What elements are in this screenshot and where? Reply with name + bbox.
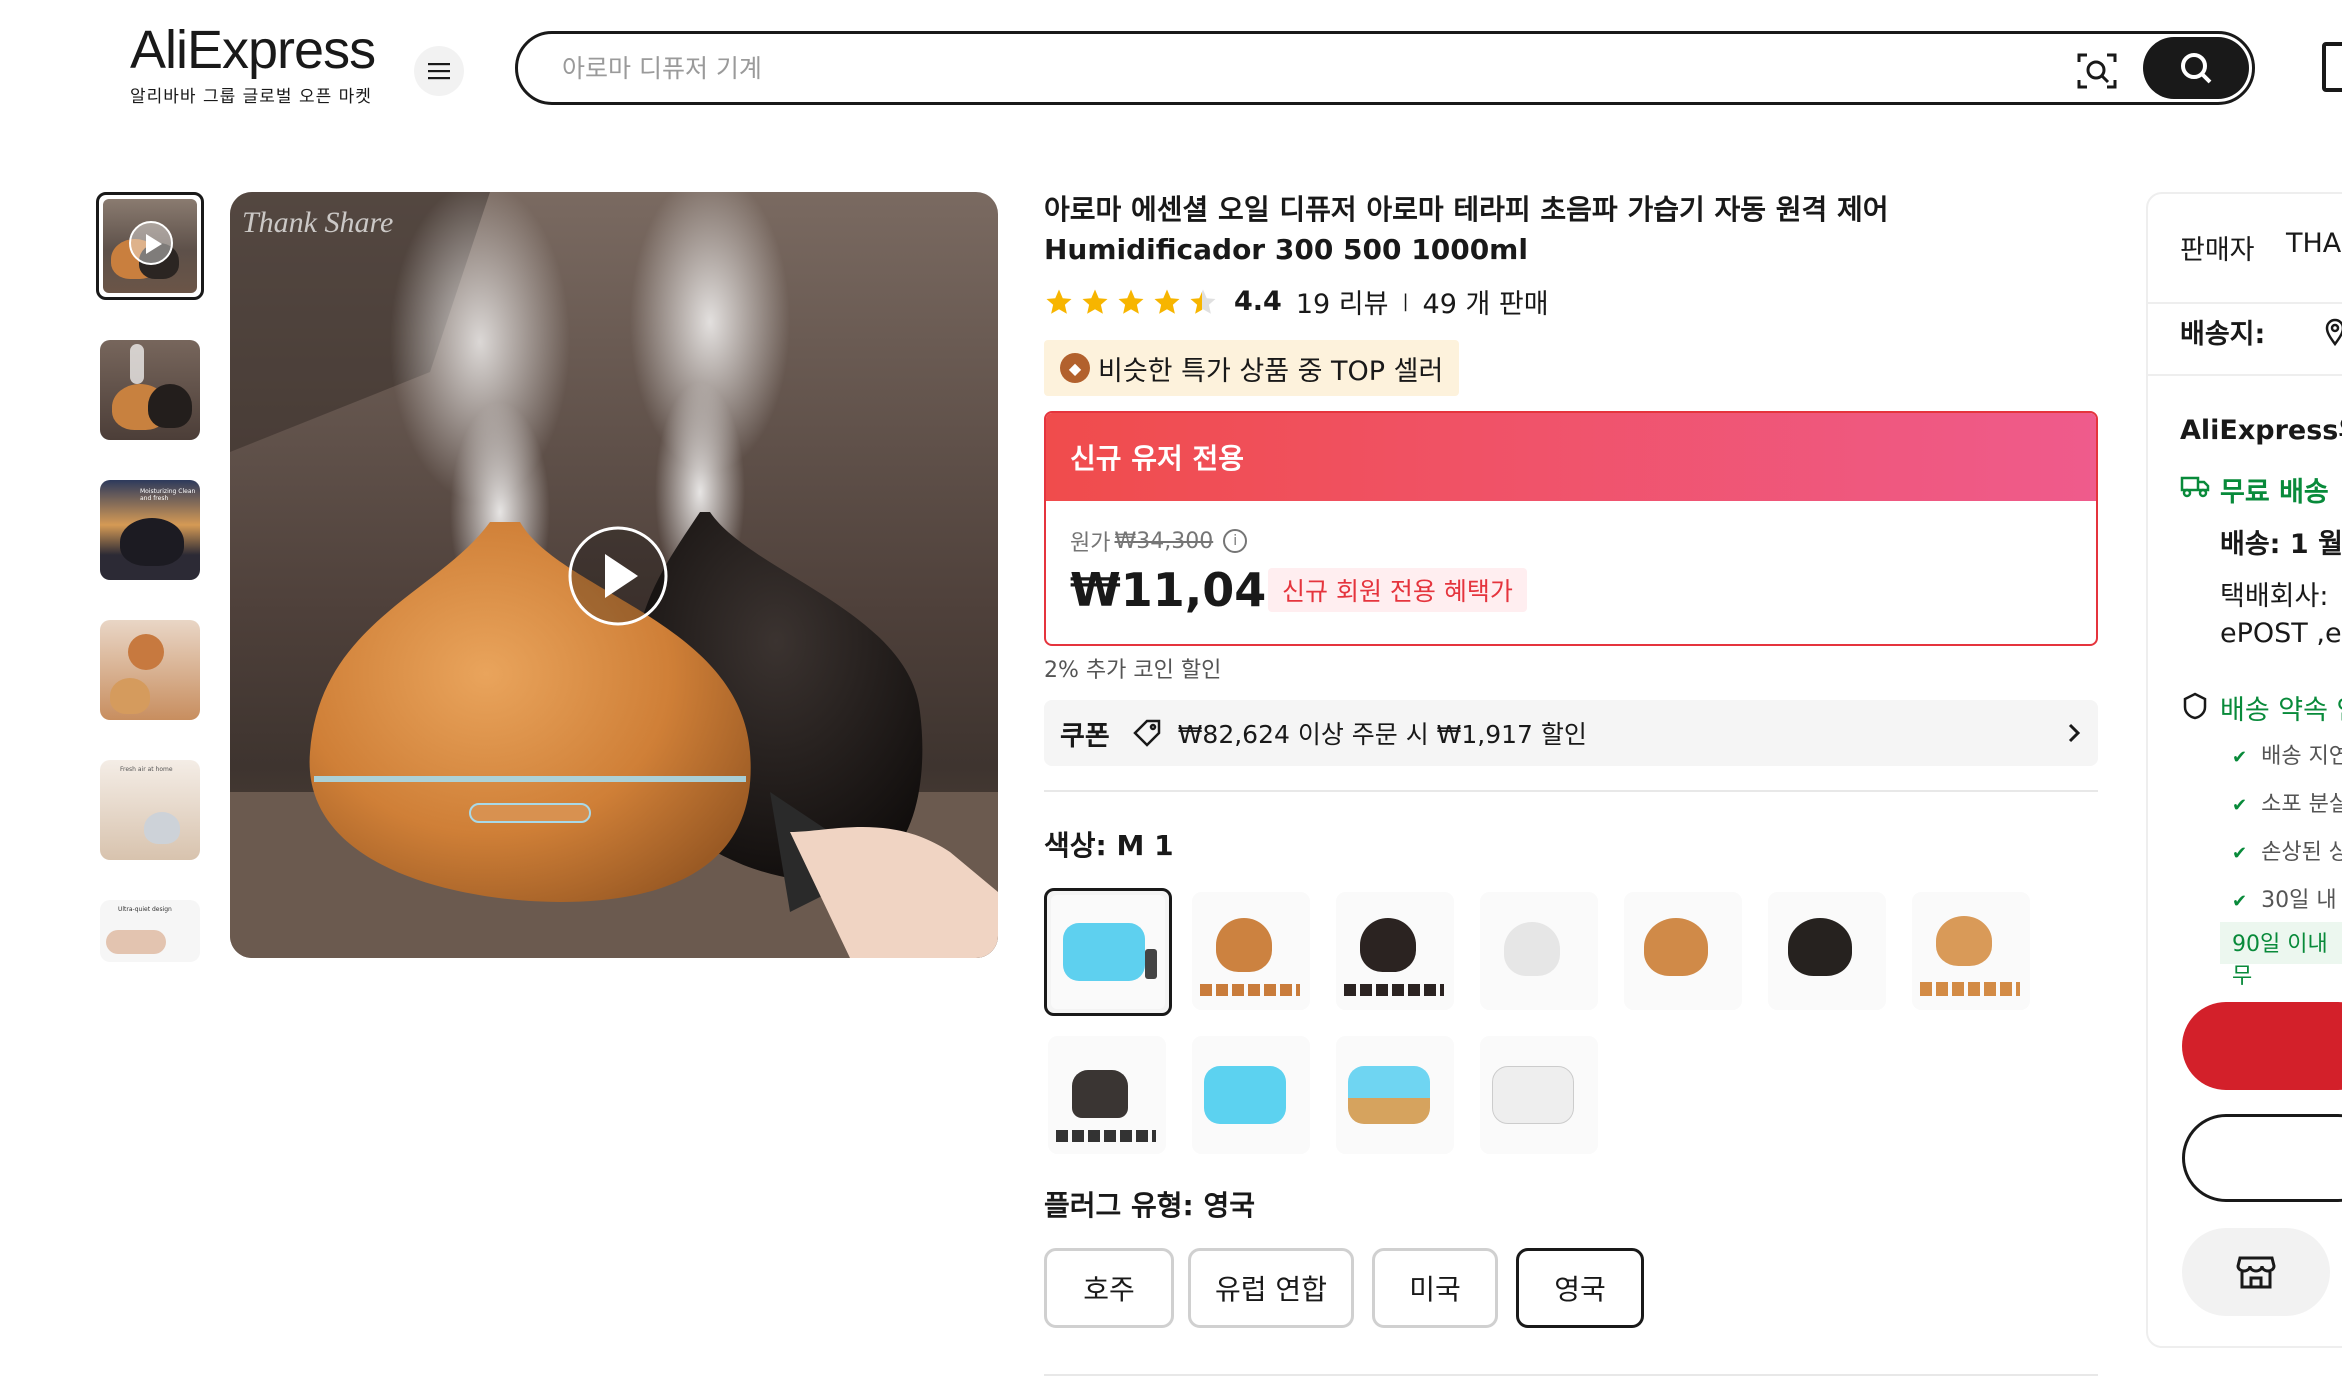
aliexpress-commitment: AliExpress의 xyxy=(2180,415,2342,446)
refund-badge: 90일 이내 무 xyxy=(2220,922,2342,989)
search-input[interactable] xyxy=(562,50,1962,86)
star-icon xyxy=(1118,289,1144,314)
check-icon: ✔ xyxy=(2232,843,2248,864)
courier-label: 택배회사: xyxy=(2220,581,2329,612)
hamburger-icon xyxy=(428,63,450,80)
search-icon xyxy=(2181,53,2212,84)
logo-subtitle: 알리바바 그룹 글로벌 오픈 마켓 xyxy=(130,87,372,107)
thumbnail-caption: Ultra-quiet design xyxy=(118,906,172,913)
location-pin-icon[interactable] xyxy=(2324,318,2342,346)
main-product-image[interactable]: Thank Share xyxy=(230,192,998,958)
star-rating xyxy=(1044,287,1224,317)
check-icon: ✔ xyxy=(2232,795,2248,816)
promo-header: 신규 유저 전용 xyxy=(1046,413,2096,501)
color-option-1[interactable] xyxy=(1044,888,1172,1016)
thumbnail-video[interactable] xyxy=(96,192,204,300)
color-option-9[interactable] xyxy=(1192,1036,1310,1154)
buy-now-button[interactable] xyxy=(2182,1002,2342,1090)
logo[interactable]: AliExpress 알리바바 그룹 글로벌 오픈 마켓 xyxy=(130,20,376,107)
color-option-4[interactable] xyxy=(1480,892,1598,1010)
add-to-cart-button[interactable] xyxy=(2182,1114,2342,1202)
play-icon xyxy=(129,221,173,265)
rating-row[interactable]: 4.4 19 리뷰 | 49 개 판매 xyxy=(1044,282,1549,321)
seller-name[interactable]: THA xyxy=(2286,228,2341,259)
shield-icon xyxy=(2183,692,2207,720)
check-icon: ✔ xyxy=(2232,747,2248,768)
rating-value: 4.4 xyxy=(1234,286,1282,317)
plug-option-eu[interactable]: 유럽 연합 xyxy=(1188,1248,1354,1328)
promise-item: ✔ 30일 내 xyxy=(2232,888,2337,913)
plug-option-us[interactable]: 미국 xyxy=(1372,1248,1498,1328)
ship-to-label: 배송지: xyxy=(2180,319,2266,350)
sold-count: 49 개 판매 xyxy=(1422,289,1549,320)
plug-option-uk[interactable]: 영국 xyxy=(1516,1248,1644,1328)
seller-label: 판매자 xyxy=(2180,235,2255,266)
original-price-row: 원가 ₩34,300 i xyxy=(1070,525,1248,557)
thumbnail-5[interactable]: Fresh air at home xyxy=(100,760,200,860)
check-icon: ✔ xyxy=(2232,891,2248,912)
store-icon xyxy=(2236,1256,2276,1289)
apps-icon[interactable] xyxy=(2322,42,2342,92)
thumbnail-3[interactable]: Moisturizing Clean and fresh xyxy=(100,480,200,580)
purchase-sidebar: 판매자 THA 배송지: AliExpress의 무료 배송 배송: 1 월 택… xyxy=(2146,192,2342,1348)
top-seller-badge[interactable]: ◆ 비슷한 특가 상품 중 TOP 셀러 xyxy=(1044,340,1460,396)
badge-text: 비슷한 특가 상품 중 TOP 셀러 xyxy=(1098,355,1444,387)
star-icon xyxy=(1154,289,1180,314)
menu-button[interactable] xyxy=(414,46,464,96)
store-button[interactable] xyxy=(2182,1228,2330,1316)
coupon-row[interactable]: 쿠폰 ₩82,624 이상 주문 시 ₩1,917 할인 xyxy=(1044,700,2098,766)
review-count[interactable]: 19 리뷰 xyxy=(1296,282,1389,321)
info-icon[interactable]: i xyxy=(1223,529,1248,553)
tag-icon: ◆ xyxy=(1060,353,1090,383)
original-price: ₩34,300 xyxy=(1114,528,1214,554)
original-label: 원가 xyxy=(1070,531,1111,556)
product-title: 아로마 에센셜 오일 디퓨저 아로마 테라피 초음파 가습기 자동 원격 제어 … xyxy=(1044,193,1889,266)
divider xyxy=(1044,1374,2098,1376)
new-member-pill: 신규 회원 전용 혜택가 xyxy=(1268,568,1527,612)
thumbnail-caption: Moisturizing Clean and fresh xyxy=(140,488,196,502)
color-option-5[interactable] xyxy=(1624,892,1742,1010)
divider xyxy=(1044,790,2098,792)
rating-separator: | xyxy=(1402,291,1409,312)
thumbnail-list: Moisturizing Clean and fresh Fresh air a… xyxy=(96,192,204,1002)
sale-price: ₩11,042 xyxy=(1070,563,1299,617)
search-bar xyxy=(515,31,2255,105)
watermark-text: Thank Share xyxy=(242,206,393,239)
color-option-11[interactable] xyxy=(1480,1036,1598,1154)
truck-icon xyxy=(2180,476,2210,498)
coupon-tag-icon xyxy=(1132,719,1160,747)
thumbnail-4[interactable] xyxy=(100,620,200,720)
chevron-right-icon xyxy=(2068,723,2081,743)
color-label: 색상: M 1 xyxy=(1044,829,1174,862)
courier-value: ePOST ,e xyxy=(2220,618,2342,649)
plug-label: 플러그 유형: 영국 xyxy=(1044,1189,1256,1222)
coin-discount: 2% 추가 코인 할인 xyxy=(1044,658,1222,683)
thumbnail-2[interactable] xyxy=(100,340,200,440)
search-button[interactable] xyxy=(2143,37,2249,99)
delivery-date: 배송: 1 월 xyxy=(2220,529,2342,560)
promise-item: ✔ 소포 분실 xyxy=(2232,792,2342,817)
promise-item: ✔ 손상된 상 xyxy=(2232,840,2342,865)
plug-option-au[interactable]: 호주 xyxy=(1044,1248,1174,1328)
coupon-text: ₩82,624 이상 주문 시 ₩1,917 할인 xyxy=(1177,720,1587,749)
color-option-6[interactable] xyxy=(1768,892,1886,1010)
star-icon xyxy=(1046,289,1072,314)
star-icon xyxy=(1082,289,1108,314)
color-option-3[interactable] xyxy=(1336,892,1454,1010)
coupon-label: 쿠폰 xyxy=(1060,720,1110,752)
thumbnail-6[interactable]: Ultra-quiet design xyxy=(100,900,200,962)
color-option-10[interactable] xyxy=(1336,1036,1454,1154)
thumbnail-caption: Fresh air at home xyxy=(120,766,173,773)
color-option-8[interactable] xyxy=(1048,1036,1166,1154)
half-star-icon xyxy=(1190,289,1216,314)
delivery-promise[interactable]: 배송 약속 안 xyxy=(2220,688,2342,727)
image-search-button[interactable] xyxy=(2076,50,2118,92)
color-option-2[interactable] xyxy=(1192,892,1310,1010)
free-shipping: 무료 배송 xyxy=(2220,477,2329,508)
promise-item: ✔ 배송 지연 xyxy=(2232,744,2342,769)
logo-text: AliExpress xyxy=(130,20,376,80)
color-option-7[interactable] xyxy=(1912,892,2030,1010)
camera-scan-icon xyxy=(2077,53,2117,89)
new-user-promo: 신규 유저 전용 원가 ₩34,300 i ₩11,042 신규 회원 전용 혜… xyxy=(1044,411,2098,646)
